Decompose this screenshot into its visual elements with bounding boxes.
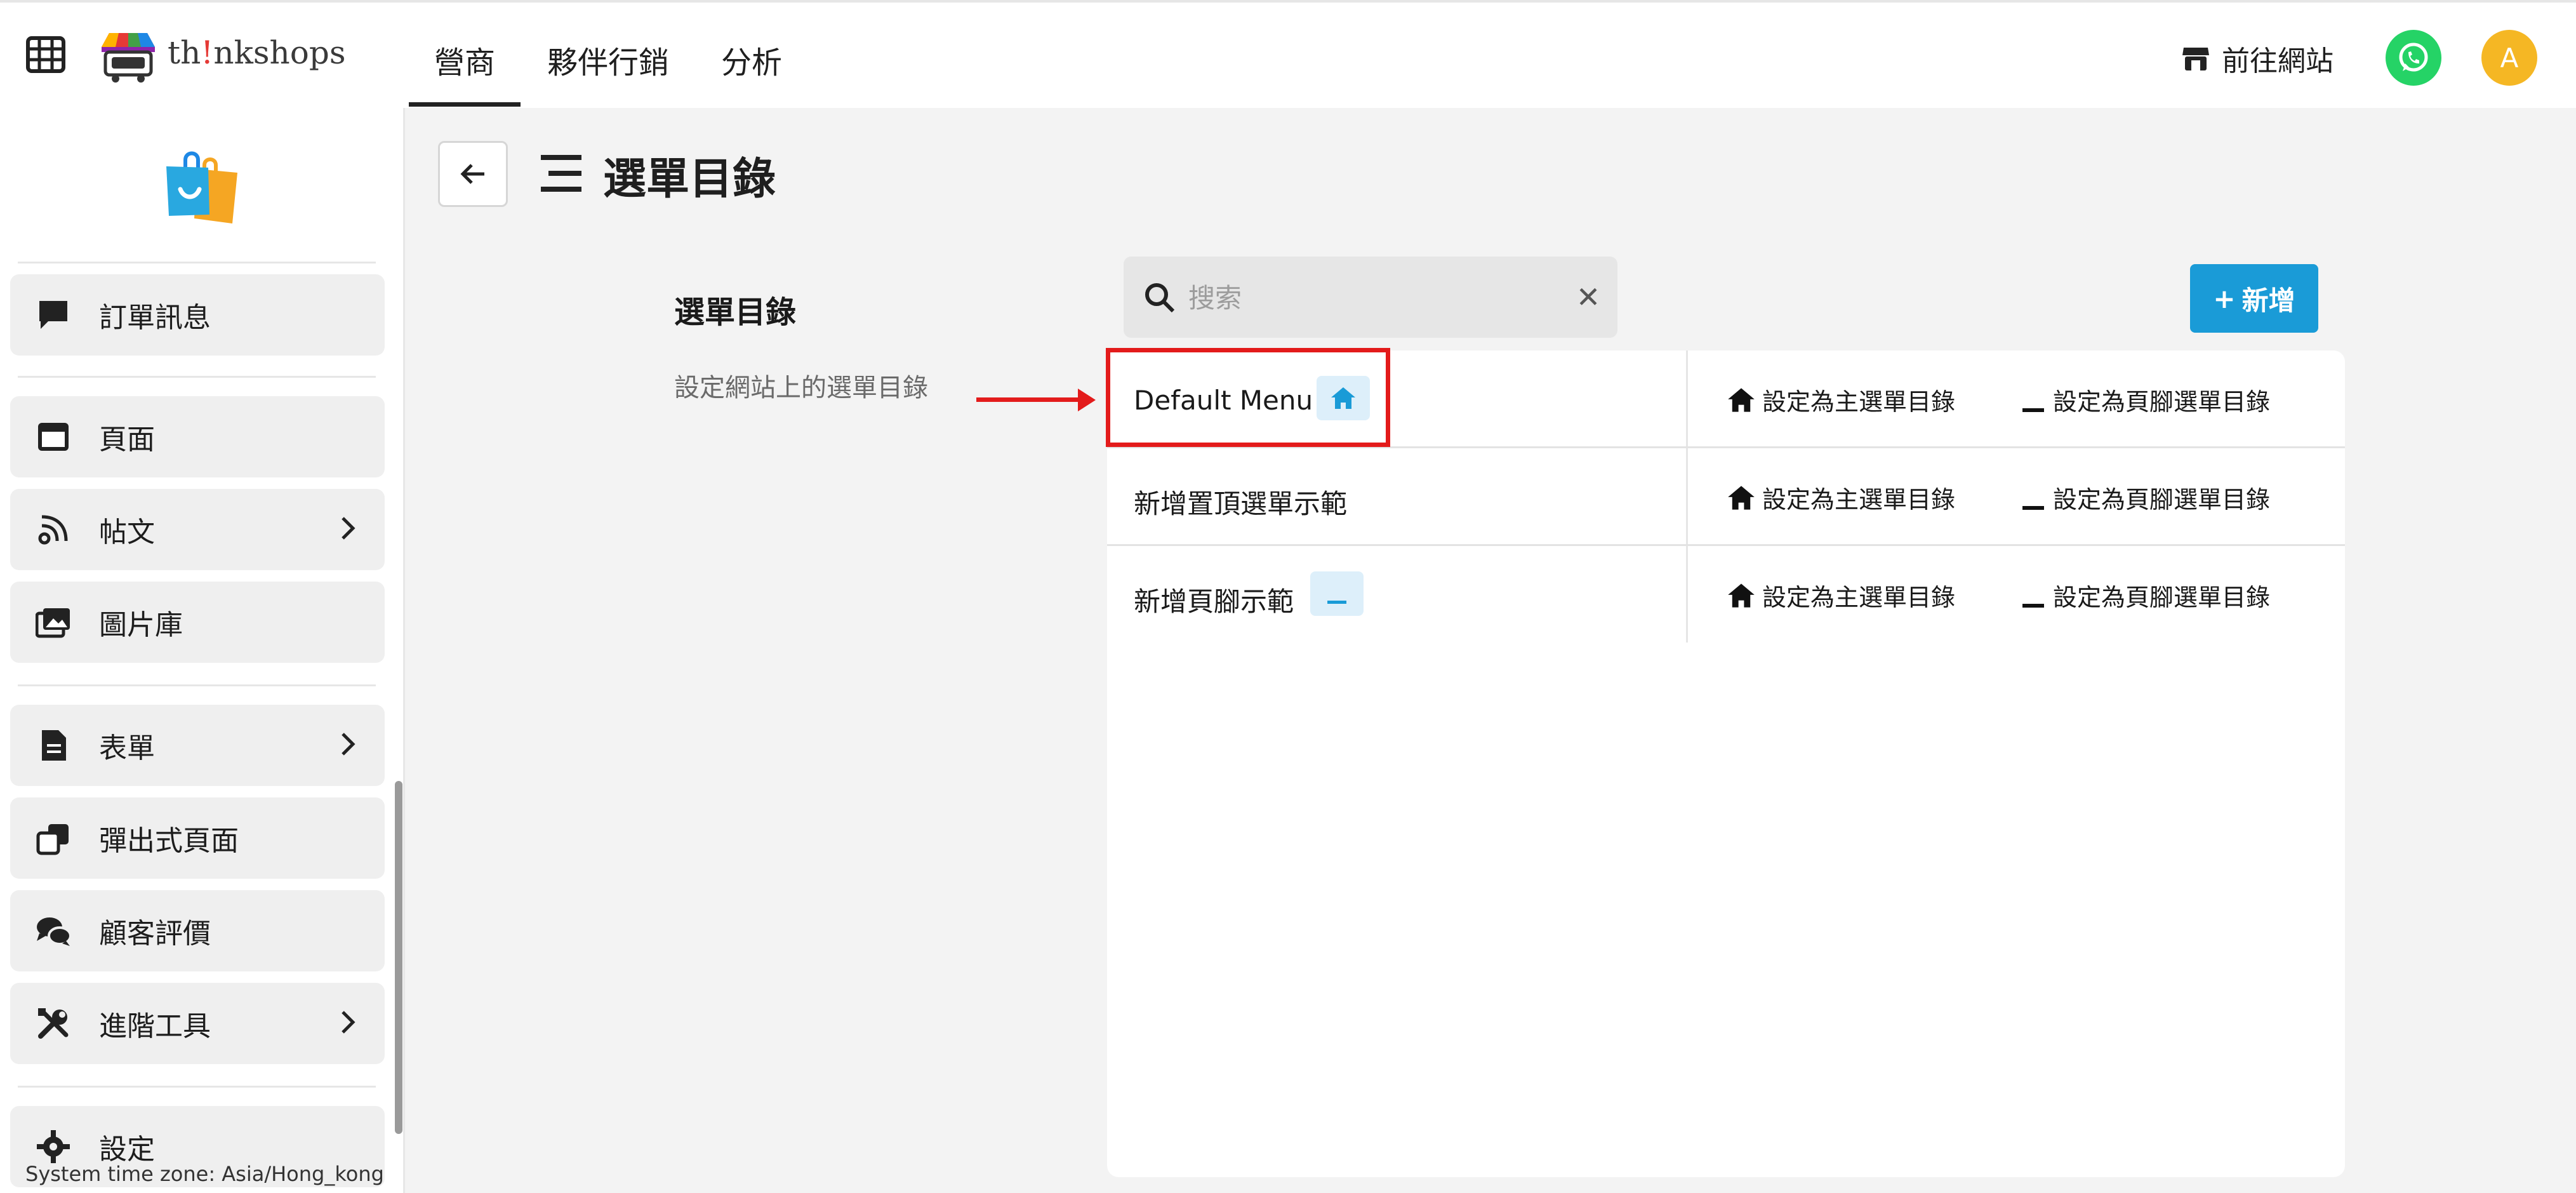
sidebar-item-label: 進階工具 xyxy=(99,1010,211,1043)
sidebar-item-posts[interactable]: 帖文 xyxy=(10,489,385,570)
list-item[interactable]: 新增頁腳示範 設定為主選單目錄 設定為頁腳選單目錄 xyxy=(1107,546,2345,643)
section-description: 設定網站上的選單目錄 xyxy=(674,373,928,403)
sidebar-divider xyxy=(18,262,376,263)
home-icon xyxy=(1728,583,1755,608)
section-title: 選單目錄 xyxy=(674,295,797,330)
menu-name[interactable]: 新增置頂選單示範 xyxy=(1134,483,1347,521)
tab-affiliate-marketing[interactable]: 夥伴行銷 xyxy=(547,37,669,82)
sidebar-divider xyxy=(18,684,376,686)
set-footer-menu-button[interactable]: 設定為頁腳選單目錄 xyxy=(2021,578,2270,613)
annotation-arrow xyxy=(976,397,1091,402)
sidebar-item-label: 圖片庫 xyxy=(99,609,183,641)
sidebar-item-forms[interactable]: 表單 xyxy=(10,705,385,786)
column-divider xyxy=(1686,546,1688,643)
chevron-right-icon xyxy=(342,517,355,540)
sidebar-item-order-messages[interactable]: 訂單訊息 xyxy=(10,274,385,356)
add-menu-label: 新增 xyxy=(2241,284,2295,316)
menu-list-card: Default Menu 設定為主選單目錄 設定為頁腳選單目錄 新增置頂選單示範… xyxy=(1107,350,2345,1177)
visit-site-label: 前往網站 xyxy=(2222,45,2334,77)
set-main-menu-button[interactable]: 設定為主選單目錄 xyxy=(1727,480,1955,515)
list-item[interactable]: 新增置頂選單示範 設定為主選單目錄 設定為頁腳選單目錄 xyxy=(1107,448,2345,546)
search-icon xyxy=(1145,283,1175,313)
app-grid-icon[interactable] xyxy=(25,36,66,74)
page-title: 選單目錄 xyxy=(603,154,776,204)
sidebar-item-label: 頁面 xyxy=(99,423,155,456)
sidebar-item-label: 彈出式頁面 xyxy=(99,825,239,857)
sidebar-item-advanced-tools[interactable]: 進階工具 xyxy=(10,983,385,1064)
sidebar-item-label: 訂單訊息 xyxy=(99,302,211,334)
sidebar-item-customer-reviews[interactable]: 顧客評價 xyxy=(10,890,385,971)
column-divider xyxy=(1686,350,1688,448)
chat-bubble-icon xyxy=(33,295,74,335)
rss-icon xyxy=(33,509,74,550)
shop-logo-icon xyxy=(102,33,155,83)
top-nav: th!nkshops 營商 夥伴行銷 分析 前往網站 A xyxy=(0,0,2576,108)
back-button[interactable] xyxy=(438,141,508,207)
set-footer-menu-label: 設定為頁腳選單目錄 xyxy=(2053,486,2271,514)
chevron-right-icon xyxy=(342,733,355,756)
footer-line-icon xyxy=(2022,505,2044,510)
set-footer-menu-label: 設定為頁腳選單目錄 xyxy=(2053,388,2271,416)
tab-analytics[interactable]: 分析 xyxy=(721,37,782,82)
plus-icon: + xyxy=(2213,283,2236,314)
footer-menu-badge xyxy=(1310,571,1364,616)
whatsapp-icon xyxy=(2399,43,2428,72)
add-menu-button[interactable]: + 新增 xyxy=(2190,264,2318,333)
set-main-menu-button[interactable]: 設定為主選單目錄 xyxy=(1727,382,1955,417)
form-icon xyxy=(33,725,74,766)
footer-line-icon xyxy=(2022,603,2044,608)
tools-icon xyxy=(33,1003,74,1044)
sidebar-divider xyxy=(18,1086,376,1088)
store-icon xyxy=(2182,48,2209,70)
brand-wordmark: th!nkshops xyxy=(168,34,346,71)
sidebar: 訂單訊息 頁面 帖文 圖片庫 表單 彈出式頁面 顧客評價 進階工具 設定 xyxy=(0,108,405,1193)
sidebar-scrollbar[interactable] xyxy=(395,781,402,1134)
avatar[interactable]: A xyxy=(2481,30,2537,86)
whatsapp-button[interactable] xyxy=(2386,30,2441,86)
footer-line-icon xyxy=(1327,601,1346,604)
menu-name[interactable]: 新增頁腳示範 xyxy=(1134,580,1294,619)
set-main-menu-label: 設定為主選單目錄 xyxy=(1762,388,1956,416)
timezone-note: System time zone: Asia/Hong_kong xyxy=(25,1162,384,1186)
popup-icon xyxy=(33,818,74,858)
search-bar: ✕ xyxy=(1124,257,1617,338)
column-divider xyxy=(1686,448,1688,546)
sidebar-item-popup-pages[interactable]: 彈出式頁面 xyxy=(10,797,385,879)
menu-list-icon xyxy=(541,155,581,192)
set-main-menu-label: 設定為主選單目錄 xyxy=(1762,486,1956,514)
annotation-arrow-head xyxy=(1078,389,1096,411)
annotation-highlight-box xyxy=(1106,348,1390,447)
sidebar-item-pages[interactable]: 頁面 xyxy=(10,396,385,477)
visit-site-button[interactable]: 前往網站 xyxy=(2181,38,2334,79)
sidebar-item-label: 設定 xyxy=(99,1133,155,1166)
set-footer-menu-label: 設定為頁腳選單目錄 xyxy=(2053,583,2271,611)
set-main-menu-button[interactable]: 設定為主選單目錄 xyxy=(1727,578,1955,613)
sidebar-item-label: 顧客評價 xyxy=(99,917,211,950)
tab-business[interactable]: 營商 xyxy=(408,37,521,107)
sidebar-divider xyxy=(18,376,376,378)
set-main-menu-label: 設定為主選單目錄 xyxy=(1762,583,1956,611)
set-footer-menu-button[interactable]: 設定為頁腳選單目錄 xyxy=(2021,382,2270,417)
footer-line-icon xyxy=(2022,408,2044,412)
sidebar-item-label: 帖文 xyxy=(99,516,155,549)
arrow-left-icon xyxy=(460,164,484,184)
store-bag-icon xyxy=(160,143,244,226)
home-icon xyxy=(1728,387,1755,412)
reviews-icon xyxy=(33,910,74,951)
set-footer-menu-button[interactable]: 設定為頁腳選單目錄 xyxy=(2021,480,2270,515)
page-icon xyxy=(33,417,74,457)
home-icon xyxy=(1728,485,1755,510)
clear-search-icon[interactable]: ✕ xyxy=(1572,280,1605,314)
chevron-right-icon xyxy=(342,1011,355,1034)
sidebar-item-image-library[interactable]: 圖片庫 xyxy=(10,582,385,663)
gear-icon xyxy=(33,1126,74,1167)
image-library-icon xyxy=(33,602,74,643)
search-input[interactable] xyxy=(1187,276,1545,320)
sidebar-item-label: 表單 xyxy=(99,732,155,764)
